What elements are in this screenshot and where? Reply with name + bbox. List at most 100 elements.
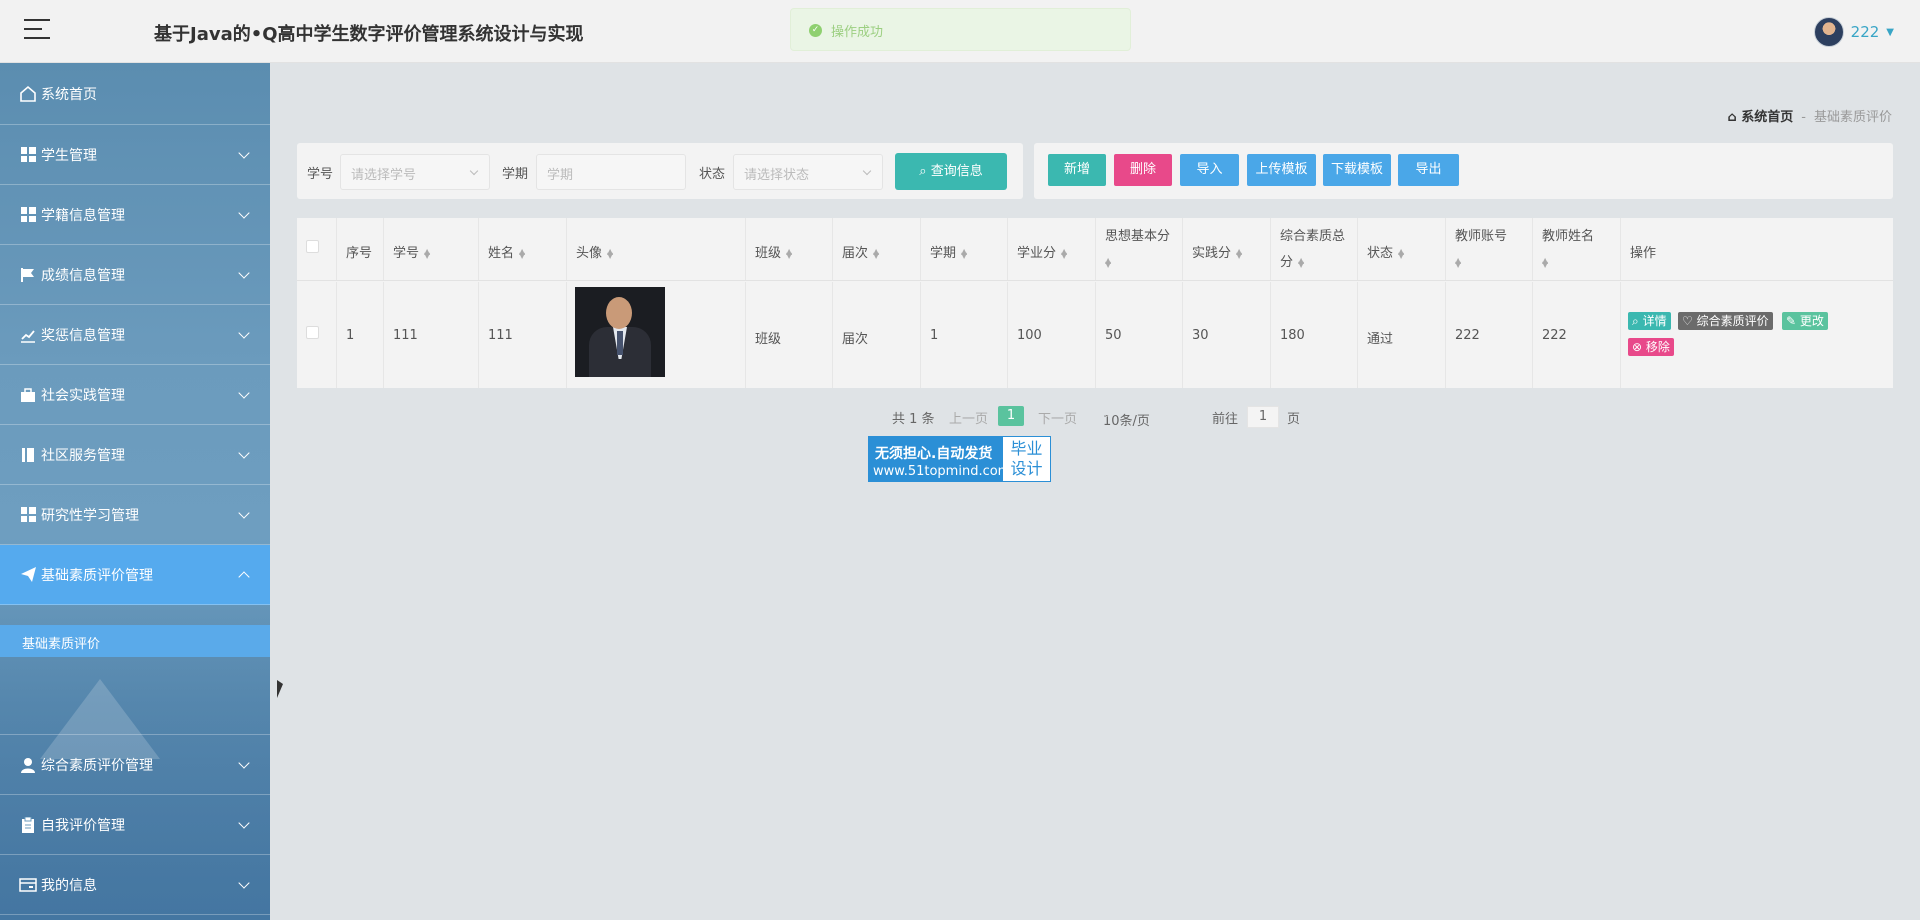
sort-icon: ▲ ▼ — [1061, 246, 1068, 260]
breadcrumb: ⌂ 系统首页 - 基础素质评价 — [1727, 106, 1892, 125]
sidebar-item-students[interactable]: 学生管理 — [0, 125, 270, 185]
col-label: 教师姓名 — [1542, 229, 1595, 244]
card-icon — [18, 875, 38, 895]
sidebar: 系统首页 学生管理 学籍信息管理 成绩信息管理 奖惩信息管理 社会实践管理 社区… — [0, 63, 270, 920]
status-label: 状态 — [699, 167, 726, 182]
user-name: 222 — [1850, 23, 1880, 41]
cell-teacher-name: 222 — [1533, 282, 1621, 388]
search-button[interactable]: ⌕ 查询信息 — [895, 153, 1007, 190]
prev-page-button[interactable]: 上一页 — [949, 408, 988, 427]
sort-icon: ▲ ▼ — [961, 246, 968, 260]
search-panel: 学号 请选择学号 学期 学期 状态 请选择状态 ⌕ 查询信息 — [297, 143, 1023, 199]
search-icon: ⌕ — [1632, 314, 1639, 328]
chevron-up-icon — [238, 571, 250, 583]
sidebar-item-self-evaluation[interactable]: 自我评价管理 — [0, 795, 270, 855]
sort-icon: ▲ ▼ — [1542, 255, 1549, 269]
app-title: 基于Java的•Q高中学生数字评价管理系统设计与实现 — [154, 24, 584, 45]
user-menu[interactable]: 222 ▼ — [1813, 16, 1894, 48]
col-xuehao[interactable]: 学号 ▲ ▼ — [384, 218, 479, 280]
ad-line-2: www.51topmind.com — [873, 464, 1011, 479]
comprehensive-eval-button[interactable]: ♡ 综合素质评价 — [1678, 312, 1773, 330]
breadcrumb-current: 基础素质评价 — [1813, 110, 1892, 125]
col-class[interactable]: 班级 ▲ ▼ — [746, 218, 833, 280]
ad-banner[interactable]: 无须担心.自动发货 www.51topmind.com 毕业 设计 — [868, 436, 1051, 482]
col-photo[interactable]: 头像 ▲ ▼ — [567, 218, 746, 280]
sidebar-item-grades[interactable]: 成绩信息管理 — [0, 245, 270, 305]
status-select[interactable]: 请选择状态 — [733, 154, 883, 190]
row-checkbox[interactable] — [306, 326, 319, 339]
sidebar-item-comprehensive-quality[interactable]: 综合素质评价管理 — [0, 735, 270, 795]
import-button[interactable]: 导入 — [1180, 154, 1239, 186]
cell-thought: 50 — [1096, 282, 1183, 388]
search-icon: ⌕ — [919, 164, 927, 179]
cell-status: 通过 — [1358, 282, 1446, 388]
next-page-button[interactable]: 下一页 — [1038, 408, 1077, 427]
cell-teacher-account: 222 — [1446, 282, 1533, 388]
ad-badge-line-2: 设计 — [1010, 459, 1043, 478]
sidebar-item-social-practice[interactable]: 社会实践管理 — [0, 365, 270, 425]
avatar — [1813, 17, 1844, 47]
detail-button[interactable]: ⌕ 详情 — [1628, 312, 1671, 330]
student-photo[interactable] — [575, 287, 665, 377]
col-thought[interactable]: 思想基本分 ▲ ▼ — [1096, 218, 1183, 280]
toast-message: 操作成功 — [831, 25, 884, 40]
chevron-down-icon — [238, 387, 250, 399]
xuehao-select[interactable]: 请选择学号 — [340, 154, 490, 190]
select-all-cell — [297, 218, 337, 280]
sidebar-item-research-study[interactable]: 研究性学习管理 — [0, 485, 270, 545]
col-total[interactable]: 综合素质总分 ▲ ▼ — [1271, 218, 1358, 280]
cell-practice: 30 — [1183, 282, 1271, 388]
top-header: 基于Java的•Q高中学生数字评价管理系统设计与实现 ✓ 操作成功 222 ▼ — [0, 0, 1920, 63]
sidebar-item-my-info[interactable]: 我的信息 — [0, 855, 270, 915]
col-term[interactable]: 学期 ▲ ▼ — [921, 218, 1008, 280]
edit-button[interactable]: ✎ 更改 — [1782, 312, 1828, 330]
sidebar-item-home[interactable]: 系统首页 — [0, 63, 270, 125]
search-button-label: 查询信息 — [930, 164, 983, 179]
detail-label: 详情 — [1642, 314, 1667, 328]
action-panel: 新增 删除 导入 上传模板 下载模板 导出 — [1034, 143, 1893, 199]
chevron-down-icon — [238, 507, 250, 519]
sort-icon: ▲ ▼ — [607, 246, 614, 260]
photo-head — [606, 297, 632, 329]
row-select-cell — [297, 282, 337, 388]
col-name[interactable]: 姓名 ▲ ▼ — [479, 218, 567, 280]
col-session[interactable]: 届次 ▲ ▼ — [833, 218, 921, 280]
chart-icon — [18, 325, 38, 345]
sidebar-item-basic-quality[interactable]: 基础素质评价管理 — [0, 545, 270, 605]
sidebar-item-label: 我的信息 — [41, 877, 97, 894]
col-index: 序号 — [337, 218, 384, 280]
chevron-down-icon — [238, 447, 250, 459]
download-template-button[interactable]: 下载模板 — [1323, 154, 1391, 186]
sidebar-item-community-service[interactable]: 社区服务管理 — [0, 425, 270, 485]
col-status[interactable]: 状态 ▲ ▼ — [1358, 218, 1446, 280]
send-icon — [18, 565, 38, 585]
submenu-item-basic-quality-eval[interactable]: 基础素质评价 — [0, 625, 270, 657]
sidebar-item-label: 研究性学习管理 — [41, 507, 139, 524]
chevron-down-icon — [238, 147, 250, 159]
export-button[interactable]: 导出 — [1398, 154, 1459, 186]
col-practice[interactable]: 实践分 ▲ ▼ — [1183, 218, 1271, 280]
remove-button[interactable]: ⊗ 移除 — [1628, 338, 1674, 356]
sort-icon: ▲ ▼ — [1455, 255, 1462, 269]
breadcrumb-home[interactable]: ⌂ 系统首页 — [1727, 110, 1793, 125]
add-button[interactable]: 新增 — [1048, 154, 1106, 186]
cell-class: 班级 — [746, 282, 833, 388]
sidebar-item-status-records[interactable]: 学籍信息管理 — [0, 185, 270, 245]
page-1-button[interactable]: 1 — [998, 406, 1024, 426]
goto-page-input[interactable]: 1 — [1247, 406, 1279, 428]
chevron-down-icon — [238, 817, 250, 829]
table-header: 序号 学号 ▲ ▼ 姓名 ▲ ▼ 头像 ▲ ▼ 班级 ▲ ▼ 届次 ▲ ▼ 学期 ▲ ▼ 学业分 ▲ ▼ 思… — [297, 218, 1893, 281]
delete-button[interactable]: 删除 — [1114, 154, 1172, 186]
col-academic[interactable]: 学业分 ▲ ▼ — [1008, 218, 1096, 280]
sidebar-item-rewards[interactable]: 奖惩信息管理 — [0, 305, 270, 365]
chevron-down-icon — [238, 877, 250, 889]
col-teacher-name[interactable]: 教师姓名 ▲ ▼ — [1533, 218, 1621, 280]
sidebar-item-label: 社区服务管理 — [41, 447, 125, 464]
col-teacher-account[interactable]: 教师账号 ▲ ▼ — [1446, 218, 1533, 280]
select-all-checkbox[interactable] — [306, 240, 319, 253]
xueqi-input[interactable]: 学期 — [536, 154, 686, 190]
cell-session: 届次 — [833, 282, 921, 388]
upload-template-button[interactable]: 上传模板 — [1247, 154, 1316, 186]
menu-toggle-icon[interactable] — [24, 19, 50, 41]
sidebar-item-label: 自我评价管理 — [41, 817, 125, 834]
